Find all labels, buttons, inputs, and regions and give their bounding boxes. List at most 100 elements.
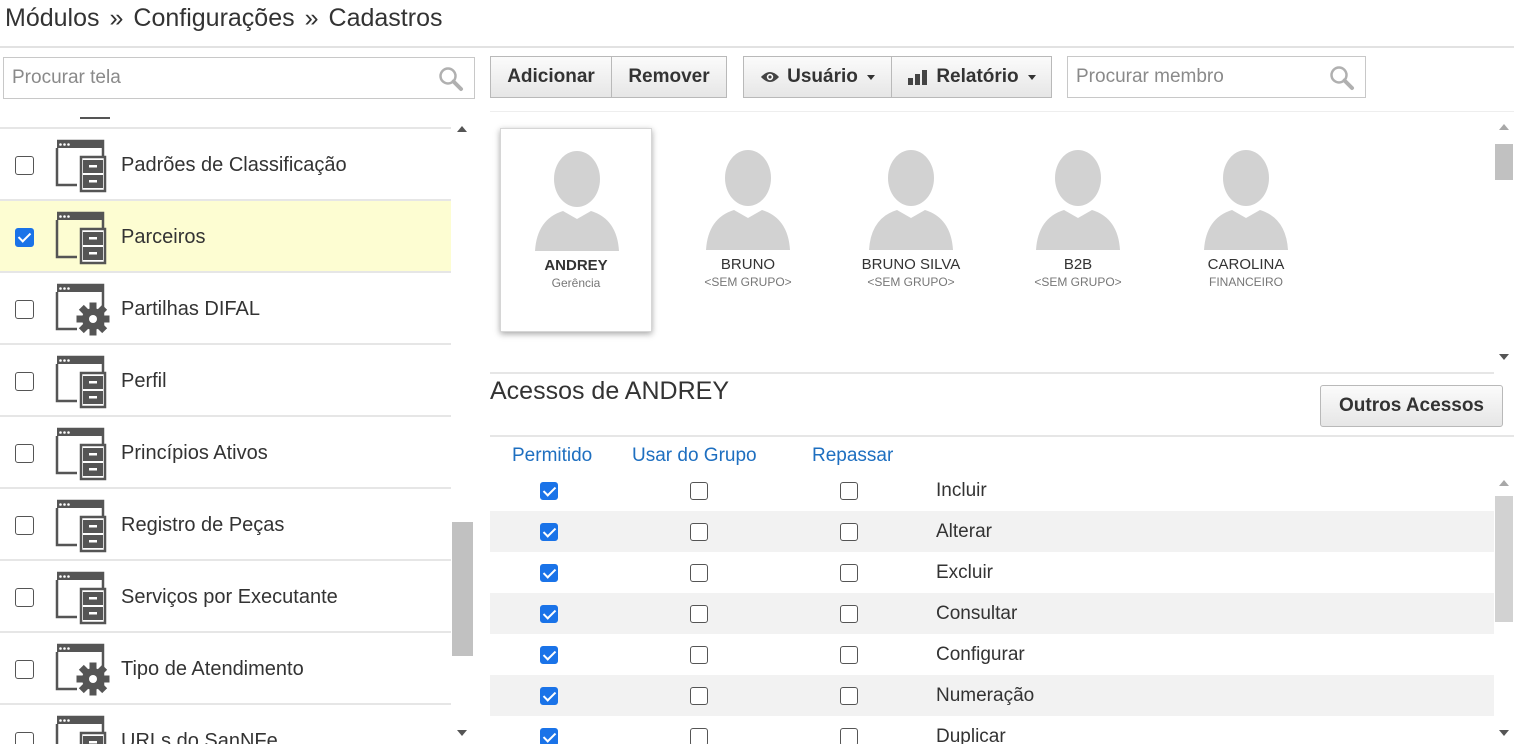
usar-do-grupo-checkbox[interactable] [690,605,708,623]
list-item-label: Padrões de Classificação [121,154,347,176]
list-item[interactable]: Perfil [0,345,451,417]
scroll-up-icon[interactable] [1499,124,1509,130]
search-icon[interactable] [438,66,464,92]
list-item-checkbox[interactable] [15,732,34,744]
usar-do-grupo-checkbox[interactable] [690,646,708,664]
member-card[interactable]: BRUNO <SEM GRUPO> [672,128,824,332]
repassar-checkbox[interactable] [840,605,858,623]
list-item-label: Parceiros [121,226,206,248]
scrollbar-thumb[interactable] [1495,496,1513,622]
column-header-usar-do-grupo[interactable]: Usar do Grupo [632,445,757,467]
eye-icon [761,72,780,82]
usar-do-grupo-checkbox[interactable] [690,728,708,744]
member-card[interactable]: ANDREY Gerência [500,128,652,332]
list-item-checkbox[interactable] [15,516,34,535]
permission-table-scrollbar[interactable] [1494,472,1514,744]
list-item-checkbox[interactable] [15,372,34,391]
permission-table: Incluir Alterar Excluir Consultar Configurar… [490,470,1494,744]
scroll-down-icon[interactable] [1499,354,1509,360]
member-search-box [1067,56,1366,98]
permitido-checkbox[interactable] [540,646,558,664]
screen-list-scrollbar[interactable] [451,118,474,744]
list-item-checkbox[interactable] [15,588,34,607]
permitido-checkbox[interactable] [540,605,558,623]
breadcrumb: Módulos » Configurações » Cadastros [5,4,442,33]
permitido-checkbox[interactable] [540,564,558,582]
scrollbar-thumb[interactable] [1495,144,1513,180]
permitido-checkbox[interactable] [540,687,558,705]
report-dropdown-button[interactable]: Relatório [891,56,1052,98]
members-divider [490,372,1494,374]
member-group: <SEM GRUPO> [704,275,792,289]
permission-label: Alterar [936,521,992,542]
screen-search-input[interactable] [4,58,474,98]
window-gear-icon [55,283,110,336]
member-card[interactable]: CAROLINA FINANCEIRO [1170,128,1322,332]
list-item[interactable]: Padrões de Classificação [0,129,451,201]
other-access-button[interactable]: Outros Acessos [1320,385,1503,427]
repassar-checkbox[interactable] [840,728,858,744]
permitido-checkbox[interactable] [540,482,558,500]
window-cabinet-icon [55,715,107,744]
scroll-down-icon[interactable] [1499,730,1509,736]
permission-label: Configurar [936,644,1025,665]
repassar-checkbox[interactable] [840,523,858,541]
usar-do-grupo-checkbox[interactable] [690,564,708,582]
window-cabinet-icon [55,139,107,193]
scrollbar-thumb[interactable] [452,522,473,656]
list-item[interactable]: Partilhas DIFAL [0,273,451,345]
repassar-checkbox[interactable] [840,482,858,500]
user-avatar-icon [535,151,619,251]
remove-button[interactable]: Remover [612,56,727,98]
scroll-down-icon[interactable] [457,730,467,736]
window-cabinet-icon [55,355,107,409]
repassar-checkbox[interactable] [840,687,858,705]
repassar-checkbox[interactable] [840,646,858,664]
usar-do-grupo-checkbox[interactable] [690,687,708,705]
list-item[interactable]: Serviços por Executante [0,561,451,633]
member-card[interactable]: BRUNO SILVA <SEM GRUPO> [835,128,987,332]
list-item[interactable]: Parceiros [0,201,451,273]
column-header-permitido[interactable]: Permitido [512,445,592,467]
usar-do-grupo-checkbox[interactable] [690,523,708,541]
user-avatar-icon [1204,150,1288,250]
repassar-checkbox[interactable] [840,564,858,582]
member-card[interactable]: B2B <SEM GRUPO> [1002,128,1154,332]
permission-label: Incluir [936,480,987,501]
list-item[interactable]: Tipo de Atendimento [0,633,451,705]
user-dropdown-button[interactable]: Usuário [743,56,892,98]
member-group: <SEM GRUPO> [1034,275,1122,289]
list-item-checkbox[interactable] [15,660,34,679]
chevron-down-icon [1027,74,1036,80]
breadcrumb-separator: » [109,4,124,32]
user-avatar-icon [1036,150,1120,250]
scroll-up-icon[interactable] [457,126,467,132]
scroll-up-icon[interactable] [1499,480,1509,486]
member-name: ANDREY [544,257,608,274]
list-item-label: URLs do SanNFe [121,730,278,744]
add-button-label: Adicionar [507,66,595,87]
column-header-repassar[interactable]: Repassar [812,445,893,467]
permitido-checkbox[interactable] [540,728,558,744]
window-cabinet-icon [55,571,107,625]
permission-row: Incluir [490,470,1494,511]
list-item[interactable]: URLs do SanNFe [0,705,451,744]
member-gallery-scrollbar[interactable] [1494,116,1514,370]
window-gear-icon [55,643,110,696]
member-search-input[interactable] [1068,57,1365,97]
search-icon[interactable] [1329,65,1355,91]
list-item-checkbox[interactable] [15,156,34,175]
permitido-checkbox[interactable] [540,523,558,541]
member-name: BRUNO [720,256,776,273]
list-item[interactable]: Princípios Ativos [0,417,451,489]
list-item-checkbox[interactable] [15,444,34,463]
list-item-checkbox[interactable] [15,228,34,247]
access-divider [490,435,1514,437]
breadcrumb-item[interactable]: Configurações [133,4,294,32]
usar-do-grupo-checkbox[interactable] [690,482,708,500]
screen-search-box [3,57,475,99]
breadcrumb-item[interactable]: Módulos [5,4,100,32]
list-item[interactable]: Registro de Peças [0,489,451,561]
add-button[interactable]: Adicionar [490,56,612,98]
list-item-checkbox[interactable] [15,300,34,319]
